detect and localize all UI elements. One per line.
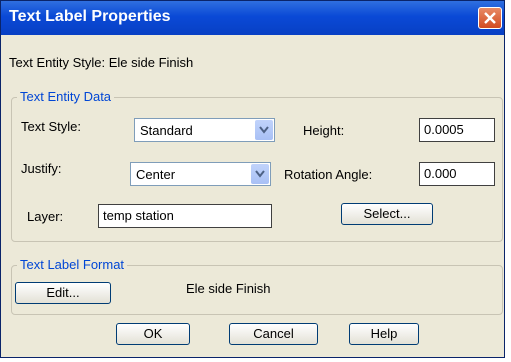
height-field[interactable]: 0.0005 xyxy=(419,118,495,142)
layer-label: Layer: xyxy=(27,209,64,224)
justify-dropdown[interactable]: Center xyxy=(130,162,271,186)
height-label: Height: xyxy=(303,123,345,138)
edit-button[interactable]: Edit... xyxy=(15,282,111,304)
layer-field[interactable]: temp station xyxy=(98,204,272,228)
ok-button[interactable]: OK xyxy=(116,323,190,345)
justify-value: Center xyxy=(136,167,176,182)
help-button[interactable]: Help xyxy=(349,323,419,345)
text-label-format-legend: Text Label Format xyxy=(17,257,128,272)
close-icon xyxy=(484,12,496,24)
entity-style-label: Text Entity Style: Ele side Finish xyxy=(9,55,194,70)
close-button[interactable] xyxy=(478,7,502,29)
rotation-angle-label: Rotation Angle: xyxy=(284,167,373,182)
title-bar[interactable]: Text Label Properties xyxy=(1,1,504,35)
select-button[interactable]: Select... xyxy=(341,203,433,225)
text-style-dropdown[interactable]: Standard xyxy=(134,118,275,142)
window-title: Text Label Properties xyxy=(9,8,171,25)
text-label-properties-dialog: Text Label Properties Text Entity Style:… xyxy=(0,0,505,358)
text-style-value: Standard xyxy=(140,123,193,138)
rotation-angle-field[interactable]: 0.000 xyxy=(419,162,495,186)
justify-dropdown-button[interactable] xyxy=(251,164,269,184)
text-style-dropdown-button[interactable] xyxy=(255,120,273,140)
chevron-down-icon xyxy=(255,170,265,178)
cancel-button[interactable]: Cancel xyxy=(229,323,318,345)
text-style-label: Text Style: xyxy=(21,119,81,134)
chevron-down-icon xyxy=(259,126,269,134)
text-entity-data-legend: Text Entity Data xyxy=(17,89,115,104)
justify-label: Justify: xyxy=(21,161,62,176)
label-format-value: Ele side Finish xyxy=(186,281,271,296)
